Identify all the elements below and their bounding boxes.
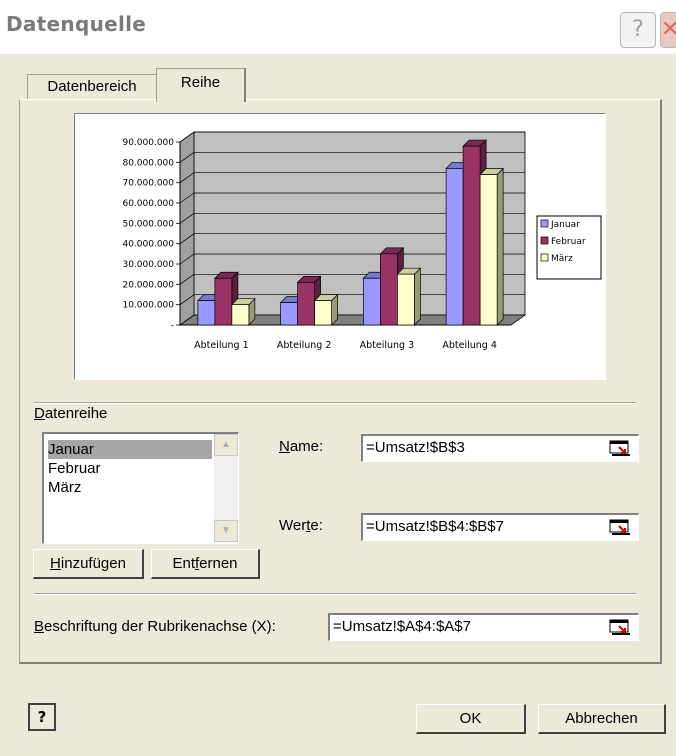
collapse-dialog-icon[interactable] [609, 518, 631, 536]
bar-februar-3 [380, 253, 398, 326]
rubrik-field-value: =Umsatz!$A$4:$A$7 [333, 618, 471, 635]
collapse-dialog-icon[interactable] [609, 439, 631, 457]
x-tick-label: Abteilung 2 [277, 340, 332, 351]
bar-märz-3 [397, 273, 415, 326]
bar-februar-1 [214, 277, 233, 326]
y-tick-label: 90.000.000 [122, 138, 174, 148]
x-tick-label: Abteilung 3 [360, 340, 415, 351]
bar-januar-4 [445, 168, 464, 326]
name-label: Name: [279, 438, 324, 455]
rubrik-field[interactable]: =Umsatz!$A$4:$A$7 [328, 613, 639, 641]
werte-label: Werte: [279, 517, 323, 534]
close-button[interactable]: ✕ [660, 12, 676, 48]
name-field[interactable]: =Umsatz!$B$3 [361, 434, 639, 462]
bar-side [496, 167, 504, 326]
bar-märz-2 [314, 300, 332, 326]
bar-januar-2 [280, 302, 298, 326]
werte-field-value: =Umsatz!$B$4:$B$7 [366, 518, 504, 535]
series-item-januar[interactable]: Januar [48, 440, 212, 459]
bar-januar-3 [363, 277, 381, 326]
y-tick-label: 30.000.000 [122, 260, 174, 270]
legend-label: Februar [551, 237, 586, 247]
listbox-scrollbar[interactable]: ▲ ▼ [214, 434, 238, 542]
series-item-februar[interactable]: Februar [48, 459, 101, 478]
legend-label: März [551, 254, 573, 264]
window-title: Datenquelle [6, 12, 147, 36]
tab-reihe[interactable]: Reihe [156, 68, 246, 102]
y-tick-label: 60.000.000 [122, 199, 174, 209]
x-tick-label: Abteilung 4 [442, 340, 497, 351]
y-tick-label: 40.000.000 [122, 240, 174, 250]
add-button[interactable]: Hinzufügen [33, 549, 144, 579]
y-tick-label: 10.000.000 [122, 301, 174, 311]
bar-februar-4 [462, 145, 481, 326]
bar-side [414, 267, 421, 326]
y-tick-label: 80.000.000 [122, 158, 174, 168]
separator [34, 593, 636, 595]
collapse-dialog-icon[interactable] [609, 618, 631, 636]
bar-januar-1 [197, 300, 216, 326]
bar-februar-2 [297, 281, 315, 326]
scroll-up-icon[interactable]: ▲ [214, 434, 238, 456]
y-tick-label: 50.000.000 [122, 219, 174, 229]
legend-swatch [540, 253, 549, 262]
datenreihe-label: Datenreihe [34, 405, 108, 422]
tab-datenbereich[interactable]: Datenbereich [27, 74, 156, 99]
legend-label: Januar [550, 220, 580, 230]
help-title-button[interactable]: ? [620, 12, 656, 48]
y-tick-label: 20.000.000 [122, 280, 174, 290]
x-tick-label: Abteilung 1 [194, 340, 249, 351]
name-field-value: =Umsatz!$B$3 [366, 439, 465, 456]
scroll-down-icon[interactable]: ▼ [214, 520, 238, 542]
remove-button[interactable]: Entfernen [151, 549, 260, 579]
werte-field[interactable]: =Umsatz!$B$4:$B$7 [361, 513, 639, 541]
y-tick-label: 70.000.000 [122, 179, 174, 189]
y-tick-label: - [171, 321, 174, 331]
series-listbox[interactable]: Januar Februar März ▲ ▼ [42, 432, 239, 544]
bar-märz-1 [231, 304, 250, 326]
cancel-button[interactable]: Abbrechen [538, 704, 666, 734]
series-item-maerz[interactable]: März [48, 478, 81, 497]
ok-button[interactable]: OK [416, 704, 526, 734]
bar-märz-4 [479, 174, 498, 326]
separator [34, 402, 636, 404]
help-icon[interactable]: ? [28, 703, 56, 731]
chart-svg: 90.000.000 80.000.000 70.000.000 60.000.000… [122, 131, 602, 351]
legend-swatch [540, 219, 549, 228]
rubrik-label: Beschriftung der Rubrikenachse (X): [34, 618, 276, 635]
legend-swatch [540, 236, 549, 245]
